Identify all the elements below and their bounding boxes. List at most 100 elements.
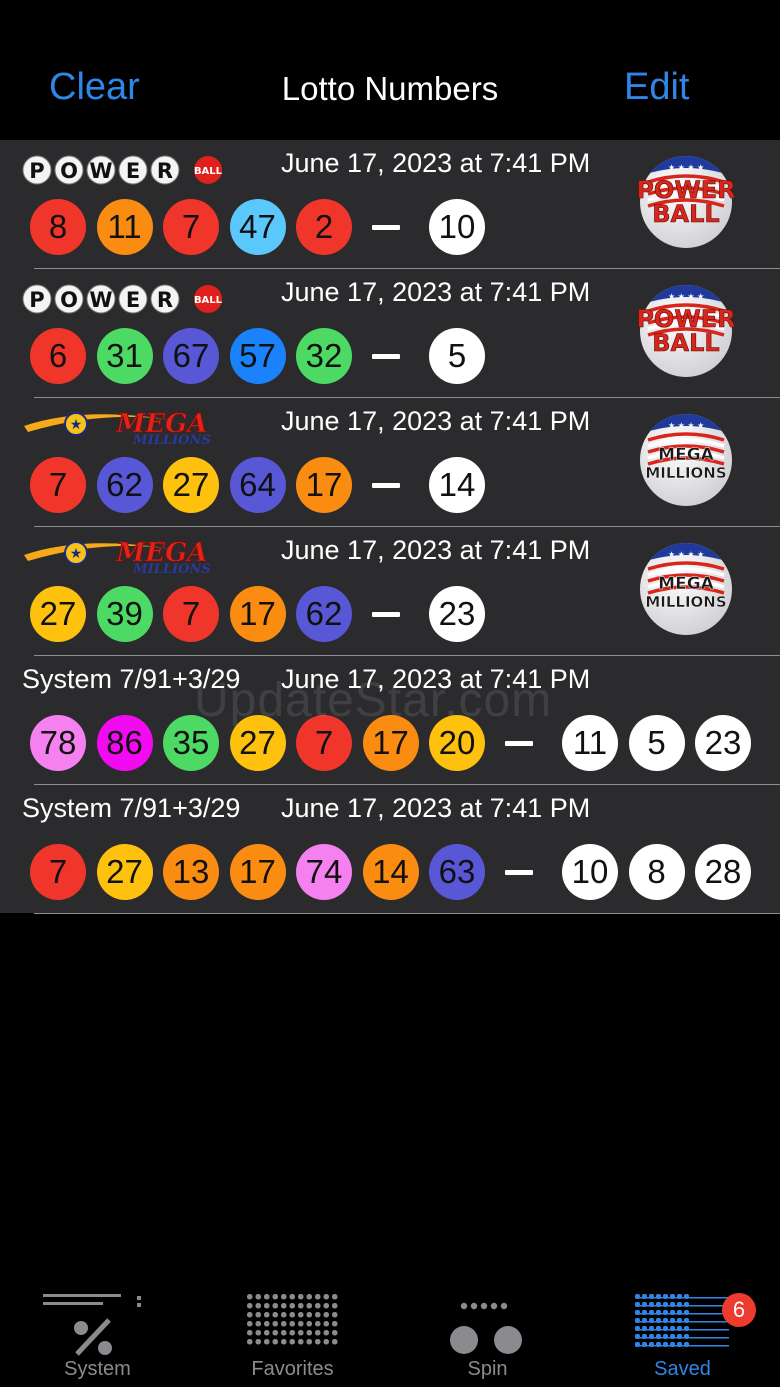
tab-system[interactable]: System bbox=[0, 1280, 195, 1387]
system-percent-icon bbox=[42, 1294, 141, 1356]
bonus-number-ball: 11 bbox=[562, 715, 618, 771]
bonus-number-ball: 5 bbox=[429, 328, 485, 384]
bonus-number-ball: 14 bbox=[429, 457, 485, 513]
svg-text:MEGA: MEGA bbox=[658, 574, 714, 594]
svg-text:W: W bbox=[89, 288, 112, 312]
saved-entry-row[interactable]: P O W E R BALL June 17, 2023 at 7:41 PM 8 11 7 47 2… bbox=[0, 140, 780, 269]
entry-date: June 17, 2023 at 7:41 PM bbox=[281, 535, 591, 565]
saved-lines-icon bbox=[634, 1294, 729, 1347]
entry-date: June 17, 2023 at 7:41 PM bbox=[281, 793, 591, 823]
main-number-ball: 62 bbox=[96, 457, 153, 513]
svg-text:★ ★ ★ ★: ★ ★ ★ ★ bbox=[668, 292, 704, 301]
svg-text:MILLIONS: MILLIONS bbox=[645, 464, 726, 482]
main-number-ball: 27 bbox=[163, 457, 219, 513]
tab-favorites[interactable]: Favorites bbox=[195, 1280, 390, 1387]
powerball-logo: P O W E R BALL bbox=[22, 155, 223, 185]
svg-text:O: O bbox=[60, 159, 78, 183]
svg-text:★ ★ ★ ★: ★ ★ ★ ★ bbox=[668, 163, 704, 172]
tab-spin[interactable]: Spin bbox=[390, 1280, 585, 1387]
separator-dash bbox=[504, 741, 533, 746]
svg-text:R: R bbox=[157, 288, 173, 312]
main-number-ball: 7 bbox=[163, 586, 219, 642]
main-number-ball: 7 bbox=[30, 844, 86, 900]
svg-text:E: E bbox=[126, 288, 140, 312]
row-separator bbox=[34, 912, 780, 914]
saved-entry-row[interactable]: P O W E R BALL June 17, 2023 at 7:41 PM 6 31 67 57… bbox=[0, 269, 780, 398]
main-number-ball: 8 bbox=[30, 199, 86, 255]
separator-dash bbox=[371, 612, 400, 617]
saved-entry-row[interactable]: ★ MEGA MILLIONS June 17, 2023 at 7:41 PM 7 62… bbox=[0, 398, 780, 527]
saved-numbers-list: P O W E R BALL June 17, 2023 at 7:41 PM 8 11 7 47 2… bbox=[0, 140, 780, 914]
powerball-logo: P O W E R BALL bbox=[22, 284, 223, 314]
bonus-number-ball: 28 bbox=[695, 844, 751, 900]
mega-millions-ball-icon: ★ ★ ★ ★ MEGAMILLIONS bbox=[640, 543, 732, 635]
main-number-ball: 14 bbox=[362, 844, 419, 900]
main-number-ball: 7 bbox=[163, 199, 219, 255]
entry-date: June 17, 2023 at 7:41 PM bbox=[281, 406, 591, 436]
main-number-ball: 11 bbox=[96, 199, 153, 255]
main-number-ball: 62 bbox=[296, 586, 352, 642]
main-number-ball: 39 bbox=[96, 586, 153, 642]
main-number-ball: 63 bbox=[429, 844, 485, 900]
svg-text:BALL: BALL bbox=[652, 200, 719, 228]
saved-entry-row[interactable]: System 7/91+3/29 June 17, 2023 at 7:41 PM… bbox=[0, 785, 780, 914]
tab-favorites-label: Favorites bbox=[251, 1358, 334, 1380]
edit-button[interactable]: Edit bbox=[624, 66, 689, 109]
bonus-number-ball: 23 bbox=[695, 715, 751, 771]
spin-balls-icon bbox=[449, 1302, 522, 1354]
tab-saved[interactable]: Saved bbox=[585, 1280, 780, 1387]
navigation-bar: Clear Lotto Numbers Edit bbox=[0, 0, 780, 140]
separator-dash bbox=[371, 354, 400, 359]
separator-dash bbox=[371, 225, 400, 230]
main-number-ball: 17 bbox=[296, 457, 352, 513]
main-number-ball: 86 bbox=[96, 715, 153, 771]
svg-text:W: W bbox=[89, 159, 112, 183]
main-number-ball: 57 bbox=[229, 328, 286, 384]
svg-text:★ ★ ★ ★: ★ ★ ★ ★ bbox=[668, 421, 704, 430]
svg-text:P: P bbox=[29, 288, 44, 312]
svg-text:MILLIONS: MILLIONS bbox=[132, 433, 210, 446]
saved-entry-row[interactable]: ★ MEGA MILLIONS June 17, 2023 at 7:41 PM 27 3… bbox=[0, 527, 780, 656]
powerball-ball-icon: ★ ★ ★ ★POWERBALL bbox=[638, 156, 734, 248]
bonus-number-ball: 10 bbox=[562, 844, 618, 900]
tab-spin-label: Spin bbox=[467, 1358, 508, 1380]
svg-text:BALL: BALL bbox=[194, 295, 223, 306]
svg-text:BALL: BALL bbox=[194, 166, 223, 177]
bonus-number-ball: 10 bbox=[429, 199, 485, 255]
watermark: UpdateStar.com bbox=[194, 674, 553, 727]
bonus-number-ball: 23 bbox=[429, 586, 485, 642]
separator-dash bbox=[371, 483, 400, 488]
main-number-ball: 74 bbox=[296, 844, 352, 900]
svg-text:★: ★ bbox=[70, 546, 83, 562]
system-label: System 7/91+3/29 bbox=[22, 793, 241, 823]
main-number-ball: 78 bbox=[30, 715, 86, 771]
svg-text:MILLIONS: MILLIONS bbox=[645, 593, 726, 611]
entry-date: June 17, 2023 at 7:41 PM bbox=[281, 148, 591, 178]
tab-bar: System Favorites Spin Saved bbox=[0, 1280, 780, 1387]
main-number-ball: 27 bbox=[96, 844, 153, 900]
main-number-ball: 7 bbox=[30, 457, 86, 513]
svg-text:P: P bbox=[29, 159, 44, 183]
favorites-grid-icon bbox=[246, 1294, 337, 1345]
svg-text:★ ★ ★ ★: ★ ★ ★ ★ bbox=[668, 550, 704, 559]
main-number-ball: 2 bbox=[296, 199, 352, 255]
powerball-ball-icon: ★ ★ ★ ★POWERBALL bbox=[638, 285, 734, 377]
svg-text:BALL: BALL bbox=[652, 329, 719, 357]
mega-millions-logo: ★ MEGAMILLIONS bbox=[24, 410, 211, 446]
mega-millions-ball-icon: ★ ★ ★ ★ MEGAMILLIONS bbox=[640, 414, 732, 506]
tab-system-label: System bbox=[64, 1358, 131, 1380]
main-number-ball: 47 bbox=[229, 199, 286, 255]
svg-text:★: ★ bbox=[70, 417, 83, 433]
main-number-ball: 17 bbox=[229, 586, 286, 642]
mega-millions-logo: ★ MEGAMILLIONS bbox=[24, 539, 211, 575]
svg-text:E: E bbox=[126, 159, 140, 183]
svg-text:O: O bbox=[60, 288, 78, 312]
tab-saved-label: Saved bbox=[654, 1358, 711, 1380]
bonus-number-ball: 5 bbox=[628, 715, 685, 771]
svg-text:R: R bbox=[157, 159, 173, 183]
saved-count-badge: 6 bbox=[722, 1293, 756, 1327]
main-number-ball: 64 bbox=[229, 457, 286, 513]
main-number-ball: 17 bbox=[229, 844, 286, 900]
entry-date: June 17, 2023 at 7:41 PM bbox=[281, 277, 591, 307]
main-number-ball: 6 bbox=[30, 328, 86, 384]
